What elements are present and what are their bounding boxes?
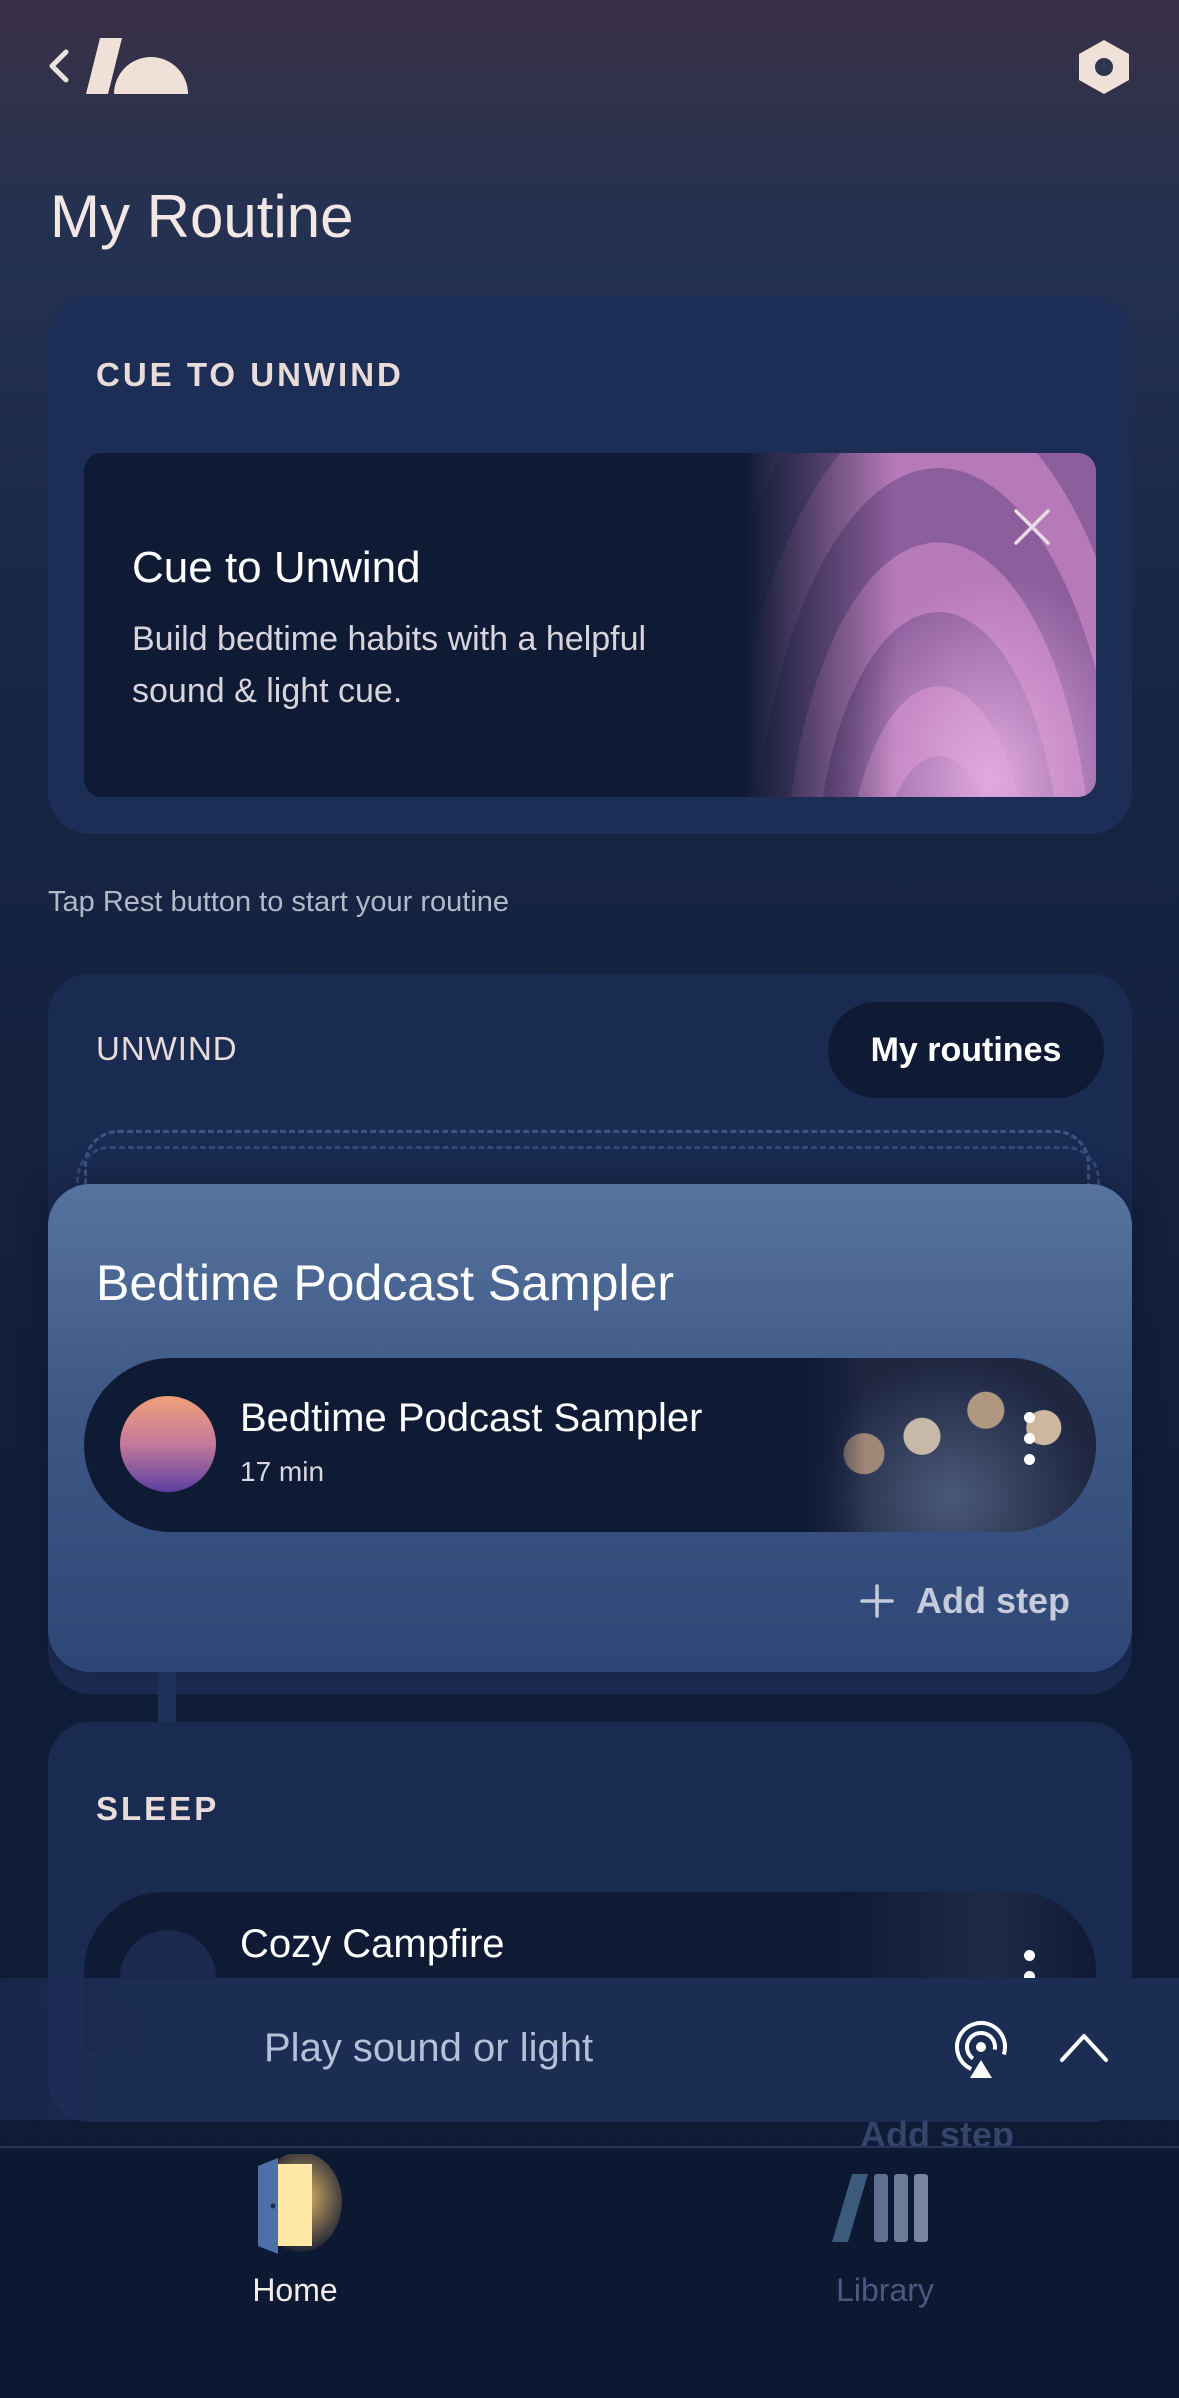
cue-section-label: CUE TO UNWIND [96,356,404,393]
library-icon [832,2174,928,2242]
step-title: Cozy Campfire [240,1922,505,1966]
step-duration: 17 min [240,1456,325,1487]
sleep-section-label: SLEEP [96,1790,220,1827]
chevron-left-icon [49,49,69,83]
page-title: My Routine [50,183,354,250]
nav-library-label: Library [836,2272,934,2308]
back-button[interactable] [44,46,74,86]
timeline-connector [158,1672,176,1728]
airplay-icon [955,2021,1007,2078]
sunset-gradient-icon [120,1396,216,1492]
expand-player-button[interactable] [1058,2030,1110,2064]
settings-button[interactable] [1076,38,1132,96]
nav-home-tab[interactable] [248,2152,342,2274]
door-icon [258,2152,342,2254]
app-logo [86,38,188,94]
cue-card-description: Build bedtime habits with a helpful soun… [132,620,647,710]
routine-step-item[interactable]: Bedtime Podcast Sampler 17 min [84,1358,1096,1532]
routine-hint: Tap Rest button to start your routine [48,886,510,918]
add-step-button[interactable]: Add step [860,1580,1070,1622]
cue-to-unwind-card[interactable]: Cue to Unwind Build bedtime habits with … [84,453,1096,797]
my-routines-button[interactable]: My routines [828,1002,1104,1098]
unwind-section-label: UNWIND [96,1030,238,1067]
cue-card-title: Cue to Unwind [132,543,421,592]
step-title: Bedtime Podcast Sampler [240,1396,703,1440]
nav-home-label: Home [252,2272,338,2308]
close-icon [1014,509,1050,545]
player-prompt[interactable]: Play sound or light [264,2026,593,2071]
close-button[interactable] [1010,505,1054,549]
plus-icon [860,1584,894,1618]
chevron-up-icon [1060,2034,1108,2062]
nav-library-tab[interactable] [830,2158,936,2252]
bottom-navigation [0,2146,1179,2398]
airplay-button[interactable] [952,2020,1010,2080]
routine-title: Bedtime Podcast Sampler [96,1255,675,1311]
hexagon-settings-icon [1079,40,1129,94]
rest-logo-icon [86,38,188,94]
more-options-icon[interactable] [1022,1412,1036,1465]
add-step-label: Add step [916,1580,1071,1621]
